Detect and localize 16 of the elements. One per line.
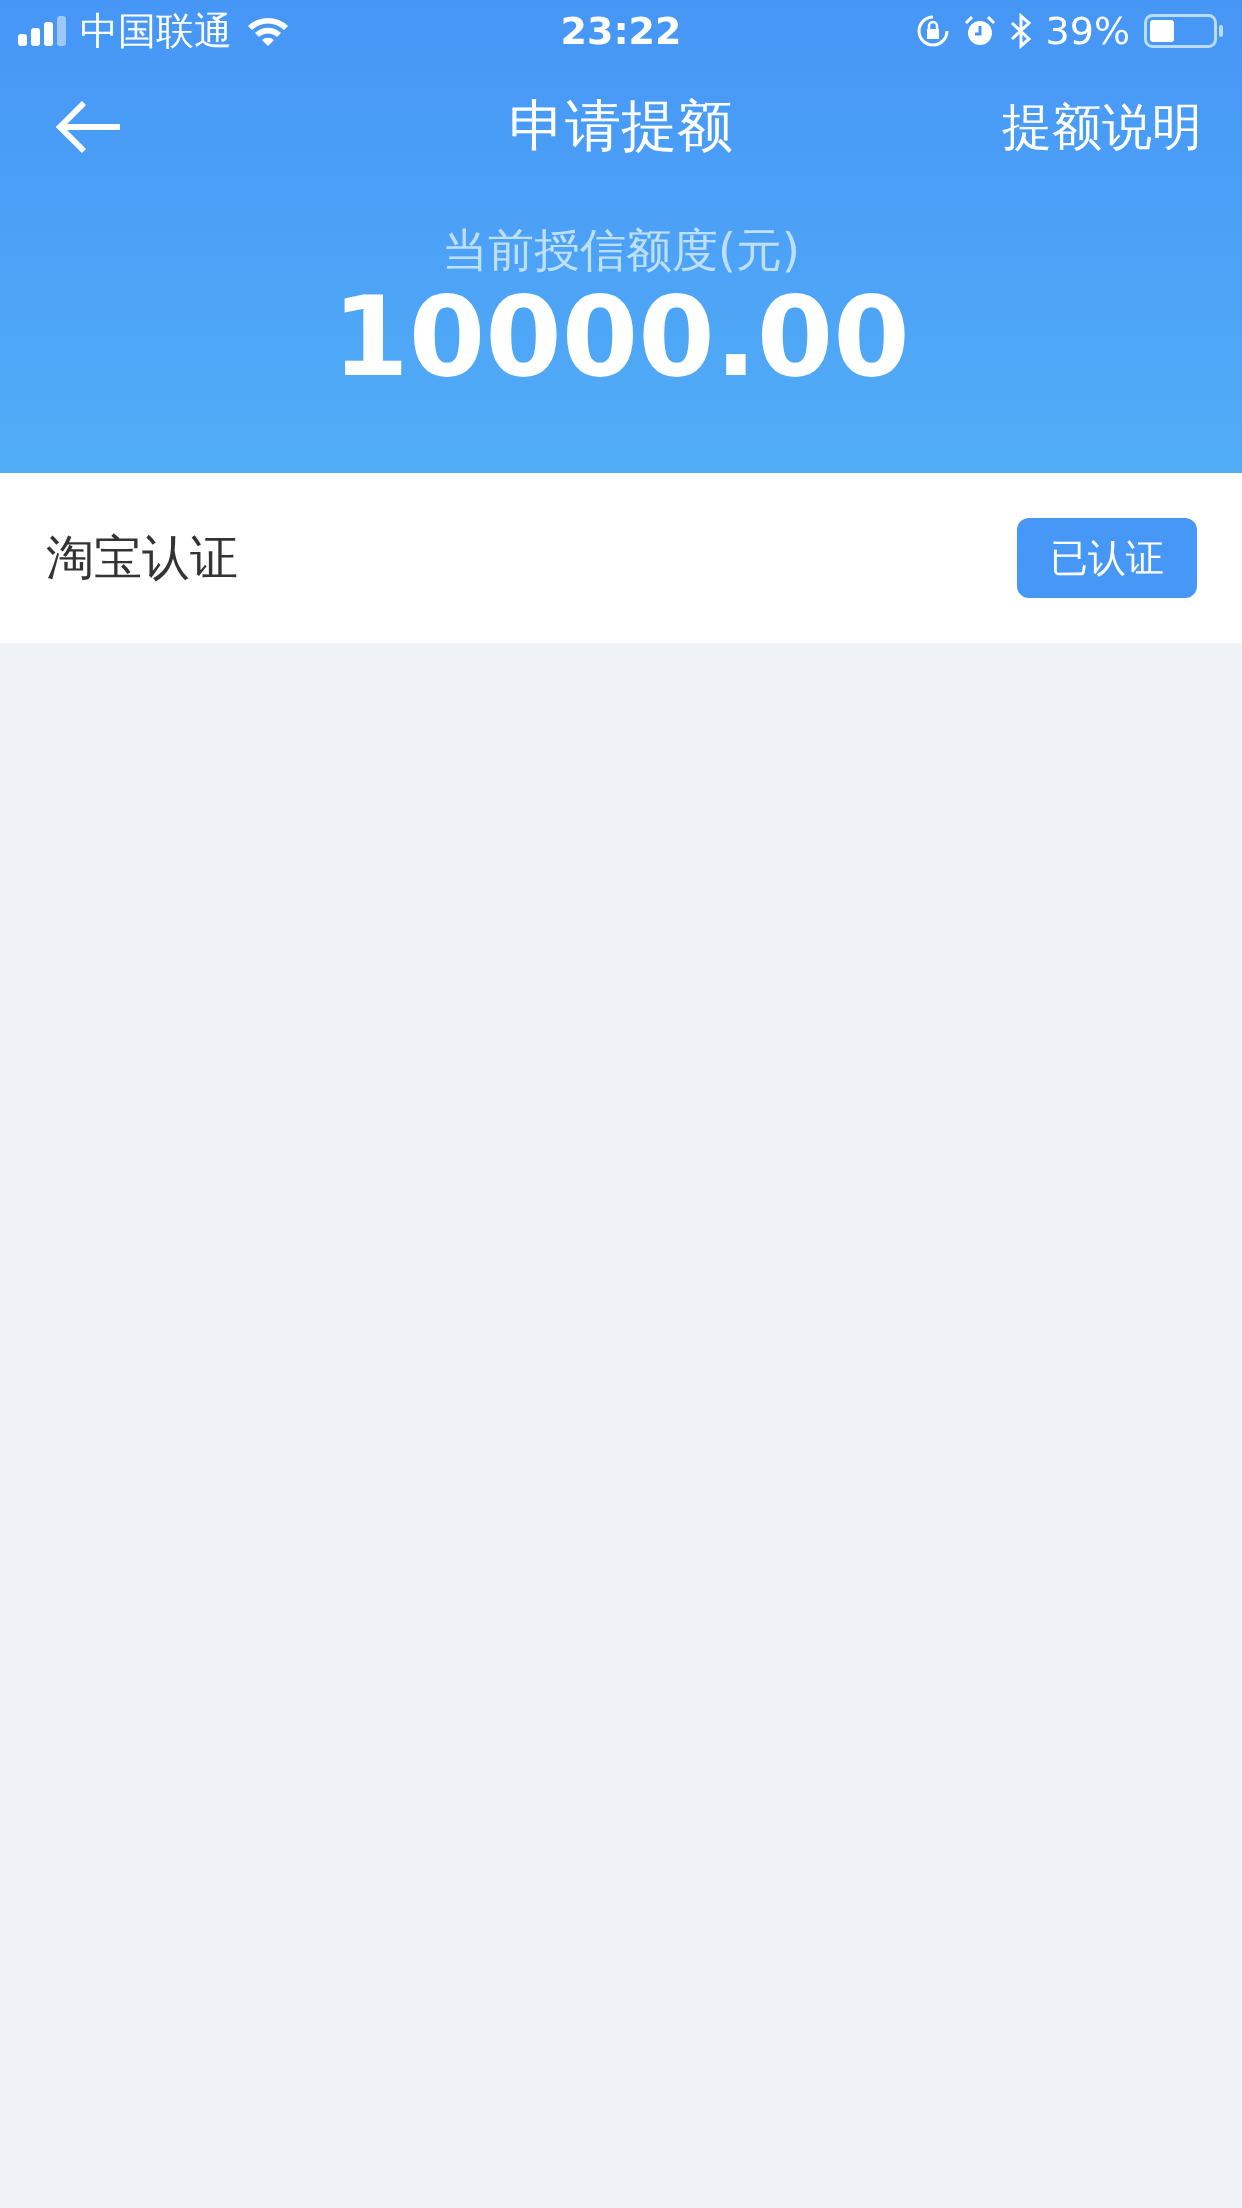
battery-icon <box>1144 14 1224 48</box>
certification-label: 淘宝认证 <box>46 528 238 587</box>
credit-amount: 10000.00 <box>332 278 910 396</box>
wifi-icon <box>246 15 290 47</box>
limit-info-link[interactable]: 提额说明 <box>1002 93 1202 161</box>
back-arrow-icon[interactable] <box>56 100 122 154</box>
clock-time: 23:22 <box>560 9 682 53</box>
battery-percentage: 39% <box>1045 9 1130 53</box>
signal-icon <box>18 16 66 46</box>
alarm-icon <box>963 15 996 47</box>
certified-button[interactable]: 已认证 <box>1017 518 1197 598</box>
bluetooth-icon <box>1009 13 1032 49</box>
page-title: 申请提额 <box>509 92 733 160</box>
rotation-lock-icon <box>915 14 950 48</box>
carrier-name: 中国联通 <box>80 7 232 55</box>
credit-label: 当前授信额度(元) <box>442 222 800 278</box>
